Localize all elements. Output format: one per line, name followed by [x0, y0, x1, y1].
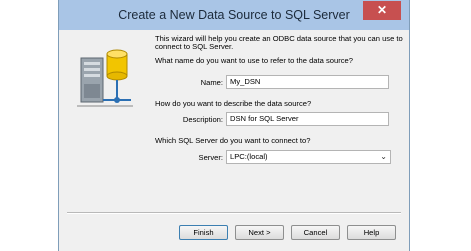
close-button[interactable]: ✕: [363, 1, 401, 20]
next-button[interactable]: Next >: [235, 225, 284, 240]
odbc-server-database-icon: [77, 49, 133, 107]
server-select-value: LPC:(local): [230, 152, 268, 161]
server-label: Server:: [198, 153, 223, 162]
window-title: Create a New Data Source to SQL Server: [118, 8, 350, 22]
intro-text-line-2: connect to SQL Server.: [155, 42, 234, 51]
server-question: Which SQL Server do you want to connect …: [155, 136, 311, 145]
description-label: Description:: [182, 115, 223, 124]
separator-highlight: [67, 213, 401, 214]
description-question: How do you want to describe the data sou…: [155, 99, 312, 108]
help-button[interactable]: Help: [347, 225, 396, 240]
server-select[interactable]: LPC:(local) ⌄: [226, 150, 391, 164]
wizard-content: This wizard will help you create an ODBC…: [59, 30, 409, 251]
name-question: What name do you want to use to refer to…: [155, 56, 353, 65]
name-input[interactable]: My_DSN: [226, 75, 389, 89]
dialog-window: Create a New Data Source to SQL Server ✕…: [58, 0, 410, 251]
description-input[interactable]: DSN for SQL Server: [226, 112, 389, 126]
cancel-button[interactable]: Cancel: [291, 225, 340, 240]
finish-button[interactable]: Finish: [179, 225, 228, 240]
chevron-down-icon[interactable]: ⌄: [380, 151, 387, 163]
name-label: Name:: [200, 78, 223, 87]
